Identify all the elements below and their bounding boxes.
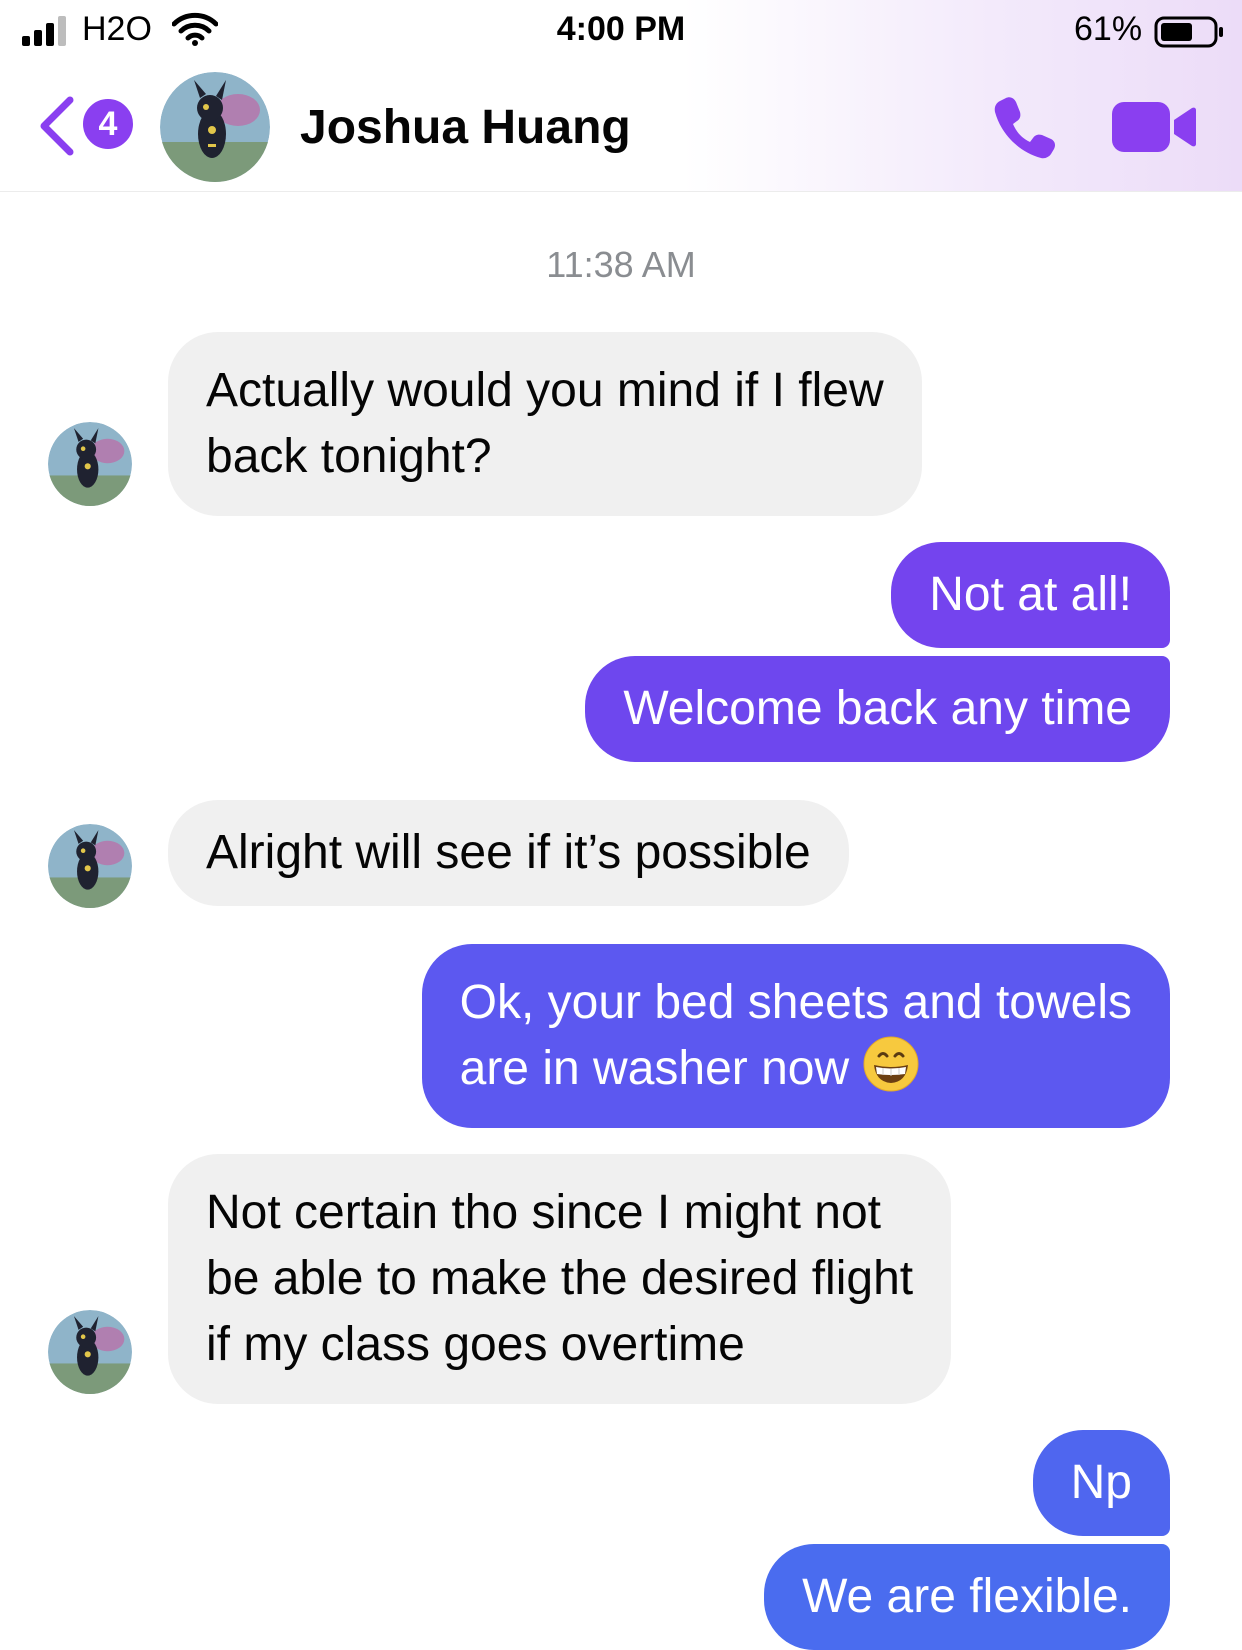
message-text-line: Actually would you mind if I flew [206, 364, 884, 417]
conversation-header: H2O 4:00 PM 61% 4 Joshua Huang [0, 0, 1242, 192]
video-call-button[interactable] [1112, 98, 1196, 156]
message-text-line: Not at all! [929, 568, 1132, 621]
message-text-line: Welcome back any time [623, 682, 1132, 735]
video-camera-icon [1112, 102, 1196, 152]
unread-count-badge: 4 [80, 96, 136, 152]
outgoing-message-bubble[interactable]: Np [1032, 1430, 1170, 1536]
message-text-line: Alright will see if it’s possible [206, 826, 811, 879]
contact-avatar[interactable] [160, 72, 270, 182]
incoming-message-bubble[interactable]: Actually would you mind if I flew back t… [168, 332, 922, 516]
status-bar: H2O 4:00 PM 61% [0, 0, 1242, 62]
message-text-line: Np [1070, 1456, 1132, 1509]
message-text-line: be able to make the desired flight [206, 1252, 914, 1305]
back-chevron-icon [40, 96, 74, 156]
message-text-line: back tonight? [206, 430, 492, 483]
battery-percentage: 61% [1074, 10, 1143, 48]
back-button[interactable]: 4 [36, 92, 140, 156]
outgoing-message-bubble[interactable]: Welcome back any time [585, 656, 1170, 762]
avatar-image [48, 824, 132, 908]
status-time: 4:00 PM [556, 10, 686, 48]
outgoing-message-bubble[interactable]: We are flexible. [764, 1544, 1170, 1650]
sender-avatar[interactable] [48, 1310, 132, 1394]
grinning-face-emoji-icon [863, 1036, 919, 1092]
message-timestamp: 11:38 AM [546, 244, 696, 285]
message-text-line: if my class goes overtime [206, 1318, 745, 1371]
sender-avatar[interactable] [48, 824, 132, 908]
message-text-line: Not certain tho since I might not [206, 1186, 881, 1239]
avatar-image [48, 1310, 132, 1394]
incoming-message-bubble[interactable]: Not certain tho since I might not be abl… [168, 1154, 952, 1404]
outgoing-message-bubble[interactable]: Ok, your bed sheets and towels are in wa… [421, 944, 1170, 1128]
battery-icon [1154, 16, 1223, 48]
voice-call-button[interactable] [992, 94, 1058, 160]
message-text-line: are in washer now [459, 1042, 850, 1095]
message-text-line: Ok, your bed sheets and towels [459, 976, 1132, 1029]
contact-name[interactable]: Joshua Huang [300, 100, 631, 155]
sender-avatar[interactable] [48, 422, 132, 506]
message-text-line: We are flexible. [802, 1570, 1132, 1623]
outgoing-message-bubble[interactable]: Not at all! [891, 542, 1170, 648]
incoming-message-bubble[interactable]: Alright will see if it’s possible [168, 800, 849, 906]
avatar-image [160, 72, 270, 182]
phone-icon [994, 97, 1055, 159]
avatar-image [48, 422, 132, 506]
